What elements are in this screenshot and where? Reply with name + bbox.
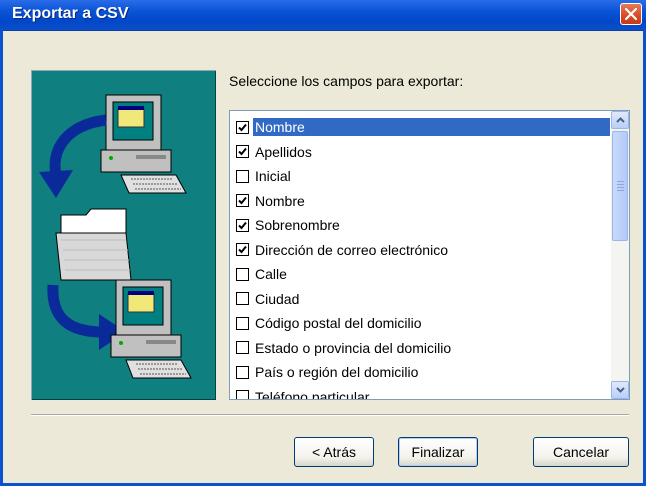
field-label: Teléfono particular	[255, 388, 370, 400]
scroll-thumb[interactable]	[612, 131, 628, 241]
field-list-item[interactable]: Código postal del domicilio	[230, 311, 610, 336]
checkmark-icon	[238, 197, 247, 205]
scroll-down-button[interactable]	[611, 381, 629, 399]
close-button[interactable]	[620, 3, 642, 25]
field-checkbox[interactable]	[236, 120, 249, 134]
field-list-item[interactable]: Calle	[230, 262, 610, 287]
field-checkbox[interactable]	[236, 341, 249, 355]
instruction-label: Seleccione los campos para exportar:	[229, 73, 464, 89]
back-button[interactable]: < Atrás	[294, 437, 374, 467]
close-icon	[625, 8, 637, 20]
field-checkbox[interactable]	[236, 218, 249, 232]
checkmark-icon	[238, 221, 247, 230]
field-checkbox[interactable]	[236, 267, 249, 281]
cancel-button[interactable]: Cancelar	[533, 437, 629, 467]
field-checkbox[interactable]	[236, 243, 249, 257]
chevron-up-icon	[616, 117, 625, 123]
field-checkbox[interactable]	[236, 292, 249, 306]
title-bar[interactable]: Exportar a CSV	[0, 0, 646, 31]
field-label: Apellidos	[255, 143, 312, 160]
wizard-illustration	[31, 70, 216, 400]
field-label: Calle	[255, 266, 287, 283]
field-label: Código postal del domicilio	[255, 315, 422, 332]
finish-button[interactable]: Finalizar	[398, 437, 478, 467]
checkmark-icon	[238, 246, 247, 254]
field-label: Inicial	[255, 168, 291, 185]
fields-list[interactable]: Nombre Apellidos Inicial Nombre Sobrenombre D…	[230, 111, 611, 400]
chevron-down-icon	[616, 387, 625, 393]
vertical-scrollbar[interactable]	[611, 111, 629, 399]
field-list-item[interactable]: Ciudad	[230, 287, 610, 312]
scroll-up-button[interactable]	[611, 111, 629, 129]
field-list-item[interactable]: País o región del domicilio	[230, 360, 610, 385]
field-list-item[interactable]: Nombre	[230, 189, 610, 214]
field-label: Ciudad	[255, 290, 300, 307]
field-checkbox[interactable]	[236, 194, 249, 208]
field-list-item[interactable]: Apellidos	[230, 140, 610, 165]
computer-export-icon	[39, 94, 192, 379]
field-list-item[interactable]: Teléfono particular	[230, 385, 610, 400]
field-label: Dirección de correo electrónico	[255, 241, 448, 258]
checkmark-icon	[238, 123, 247, 132]
field-checkbox[interactable]	[236, 316, 249, 330]
separator	[31, 414, 629, 416]
field-label: Nombre	[252, 117, 611, 138]
field-checkbox[interactable]	[236, 390, 249, 399]
field-checkbox[interactable]	[236, 169, 249, 183]
window-title: Exportar a CSV	[12, 5, 129, 22]
checkmark-icon	[238, 148, 247, 156]
field-checkbox[interactable]	[236, 145, 249, 159]
field-label: Nombre	[255, 192, 305, 209]
field-label: Sobrenombre	[255, 217, 340, 234]
field-label: País o región del domicilio	[255, 364, 419, 381]
field-label: Estado o provincia del domicilio	[255, 339, 452, 356]
field-list-item[interactable]: Dirección de correo electrónico	[230, 238, 610, 263]
field-list-item[interactable]: Nombre	[230, 115, 611, 140]
field-list-item[interactable]: Sobrenombre	[230, 213, 610, 238]
field-checkbox[interactable]	[236, 365, 249, 379]
fields-listbox[interactable]: Nombre Apellidos Inicial Nombre Sobrenombre D…	[229, 110, 630, 400]
field-list-item[interactable]: Inicial	[230, 164, 610, 189]
field-list-item[interactable]: Estado o provincia del domicilio	[230, 336, 610, 361]
